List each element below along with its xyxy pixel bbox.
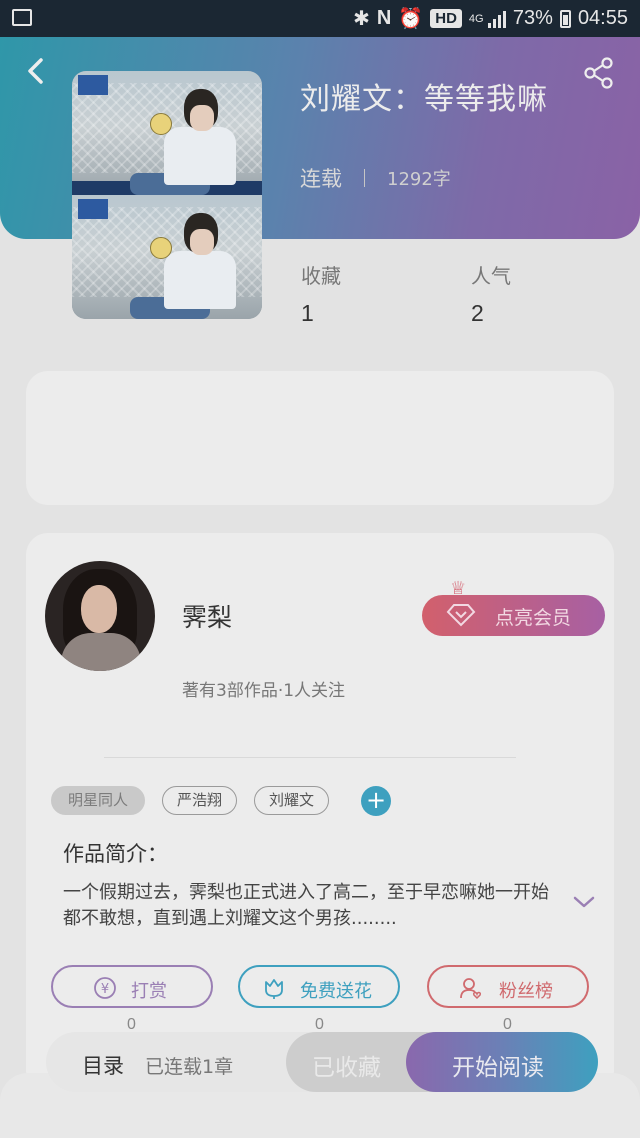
- favorited-label: 已收藏: [312, 1055, 381, 1081]
- fans-rank-button[interactable]: 粉丝榜: [427, 965, 589, 1008]
- tag-item[interactable]: 刘耀文: [254, 786, 329, 815]
- cover-photo-bottom: [72, 195, 262, 319]
- favorites-label: 收藏: [301, 264, 341, 288]
- status-icons: ✱ N ⏰ HD 4G 73% 04:55: [353, 6, 628, 31]
- tag-item[interactable]: 严浩翔: [162, 786, 237, 815]
- toc-button[interactable]: 目录: [82, 1050, 124, 1080]
- clock: 04:55: [577, 7, 628, 29]
- fans-rank-label: 粉丝榜: [499, 981, 553, 1002]
- start-reading-label: 开始阅读: [452, 1055, 544, 1081]
- yen-icon: ¥: [94, 977, 116, 999]
- book-cover[interactable]: [72, 71, 262, 319]
- back-button[interactable]: [24, 56, 46, 86]
- reward-label: 打赏: [131, 981, 167, 1002]
- chevron-down-icon[interactable]: [572, 895, 596, 909]
- empty-card: [26, 371, 614, 505]
- intro-heading: 作品简介：: [63, 842, 168, 866]
- divider: [104, 757, 516, 758]
- popularity-value: 2: [471, 300, 484, 326]
- add-tag-button[interactable]: +: [361, 786, 391, 816]
- hd-badge: HD: [430, 9, 462, 28]
- author-avatar[interactable]: [45, 561, 155, 671]
- bluetooth-icon: ✱: [353, 8, 370, 30]
- share-icon: [584, 57, 613, 89]
- author-name[interactable]: 霁梨: [182, 598, 232, 634]
- nfc-icon: N: [376, 7, 392, 29]
- signal-icon: [487, 10, 506, 28]
- svg-text:¥: ¥: [101, 982, 109, 997]
- fans-icon: [460, 978, 482, 1000]
- status-bar: ✱ N ⏰ HD 4G 73% 04:55: [0, 0, 640, 37]
- vip-button[interactable]: ♕ 点亮会员: [422, 578, 605, 636]
- network-label: 4G: [468, 12, 484, 25]
- book-title: 刘耀文：等等我嘛: [300, 82, 548, 117]
- serial-status: 连载: [300, 167, 342, 191]
- image-icon: [12, 9, 32, 26]
- reward-button[interactable]: ¥ 打赏: [51, 965, 213, 1008]
- alarm-icon: ⏰: [398, 8, 424, 30]
- vip-label: 点亮会员: [495, 607, 572, 629]
- author-info: 著有3部作品·1人关注: [182, 681, 346, 701]
- book-meta: 连载 1292字: [300, 163, 451, 193]
- favorites-value: 1: [301, 300, 314, 326]
- meta-divider: [364, 169, 365, 187]
- share-button[interactable]: [582, 56, 616, 90]
- serial-chapters: 已连载1章: [145, 1056, 234, 1078]
- popularity-label: 人气: [471, 264, 511, 288]
- cover-photo-top: [72, 71, 262, 195]
- intro-text: 一个假期过去，霁梨也正式进入了高二，至于早恋嘛她一开始都不敢想，直到遇上刘耀文这…: [63, 882, 549, 929]
- tag-item[interactable]: 明星同人: [51, 786, 145, 815]
- word-count: 1292字: [387, 169, 451, 190]
- send-flower-button[interactable]: 免费送花: [238, 965, 400, 1008]
- flower-icon: [265, 979, 283, 999]
- battery-icon: [559, 9, 571, 28]
- crown-icon: ♕: [450, 578, 467, 599]
- send-flower-label: 免费送花: [300, 981, 372, 1002]
- battery-percent: 73%: [512, 7, 553, 29]
- diamond-icon: [446, 604, 476, 627]
- chevron-left-icon: [28, 58, 43, 84]
- start-reading-button[interactable]: 开始阅读: [406, 1032, 598, 1092]
